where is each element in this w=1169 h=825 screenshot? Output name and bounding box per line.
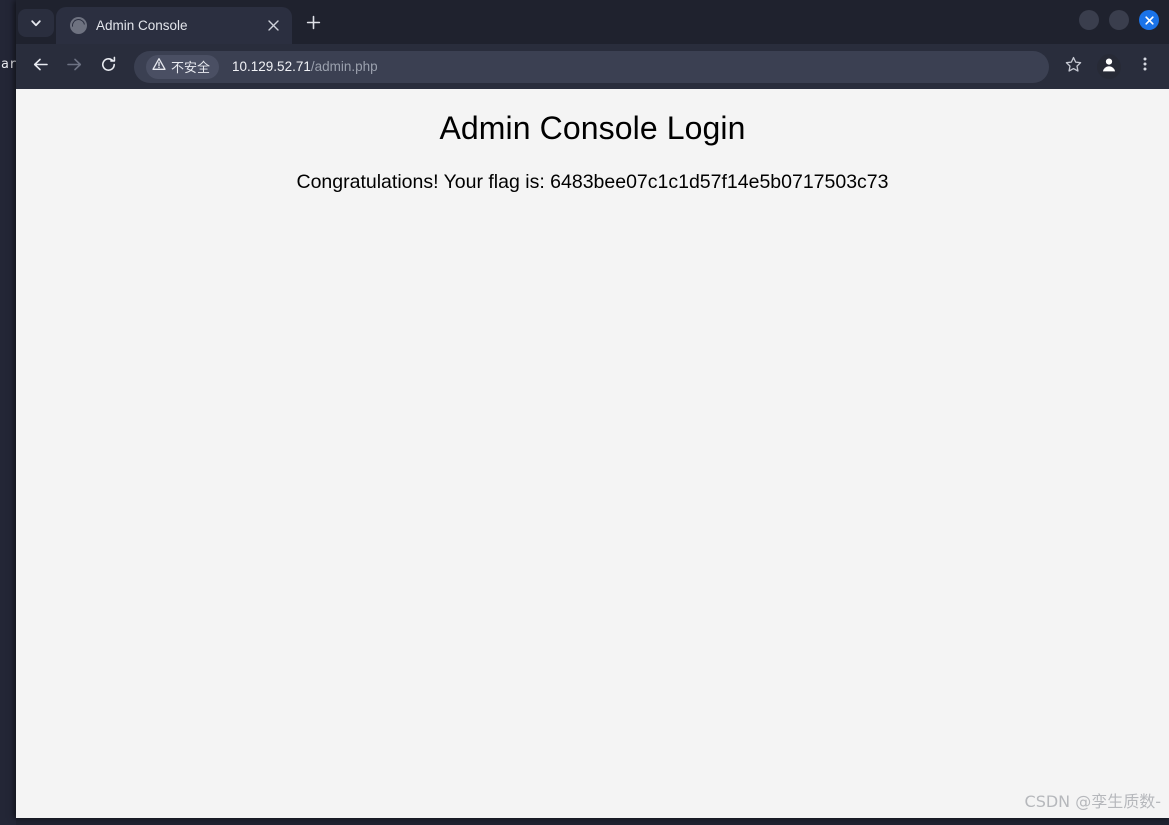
- person-icon: [1099, 54, 1119, 79]
- new-tab-button[interactable]: [298, 10, 328, 40]
- arrow-left-icon: [32, 56, 49, 78]
- forward-button[interactable]: [58, 51, 90, 83]
- browser-toolbar: 不安全 10.129.52.71/admin.php: [16, 44, 1169, 89]
- flag-message: Congratulations! Your flag is: 6483bee07…: [296, 171, 889, 193]
- close-icon[interactable]: [262, 15, 284, 37]
- plus-icon: [306, 15, 321, 35]
- bookmark-button[interactable]: [1057, 51, 1089, 83]
- tab-title: Admin Console: [96, 18, 188, 33]
- star-icon: [1065, 56, 1082, 78]
- minimize-button[interactable]: [1079, 10, 1099, 30]
- back-button[interactable]: [24, 51, 56, 83]
- warning-triangle-icon: [152, 57, 166, 76]
- tab-strip: Admin Console: [16, 0, 1169, 44]
- close-window-button[interactable]: [1139, 10, 1159, 30]
- reload-icon: [100, 56, 117, 78]
- page-viewport: Admin Console Login Congratulations! You…: [16, 89, 1169, 818]
- arrow-right-icon: [66, 56, 83, 78]
- csdn-watermark: CSDN @孪生质数-: [1024, 792, 1161, 811]
- address-bar[interactable]: 不安全 10.129.52.71/admin.php: [134, 50, 1049, 83]
- security-status-label: 不安全: [171, 61, 211, 76]
- terminal-left-text-sliver: Triartrmrirtrim ariarirtrTrcrcr: [0, 0, 16, 825]
- three-dots-vertical-icon: [1137, 56, 1153, 77]
- page-title: Admin Console Login: [439, 110, 746, 146]
- browser-tab-admin-console[interactable]: Admin Console: [56, 7, 292, 44]
- terminal-left-chars: Triartrmrirtrim ariarirtrTrcrcr: [1, 56, 16, 72]
- globe-icon: [70, 17, 87, 34]
- tab-search-button[interactable]: [18, 9, 54, 37]
- security-status-chip[interactable]: 不安全: [146, 54, 220, 79]
- url-host: 10.129.52.71: [232, 59, 311, 74]
- maximize-button[interactable]: [1109, 10, 1129, 30]
- url-path: /admin.php: [310, 59, 378, 74]
- chevron-down-icon: [30, 17, 42, 29]
- url-text: 10.129.52.71/admin.php: [232, 59, 378, 74]
- profile-button[interactable]: [1097, 54, 1121, 79]
- close-icon: [1144, 15, 1154, 25]
- reload-button[interactable]: [92, 51, 124, 83]
- window-controls: [1079, 10, 1159, 30]
- browser-menu-button[interactable]: [1129, 51, 1161, 83]
- browser-window: Admin Console 不安全 10.129.52.71/admin.php…: [16, 0, 1169, 818]
